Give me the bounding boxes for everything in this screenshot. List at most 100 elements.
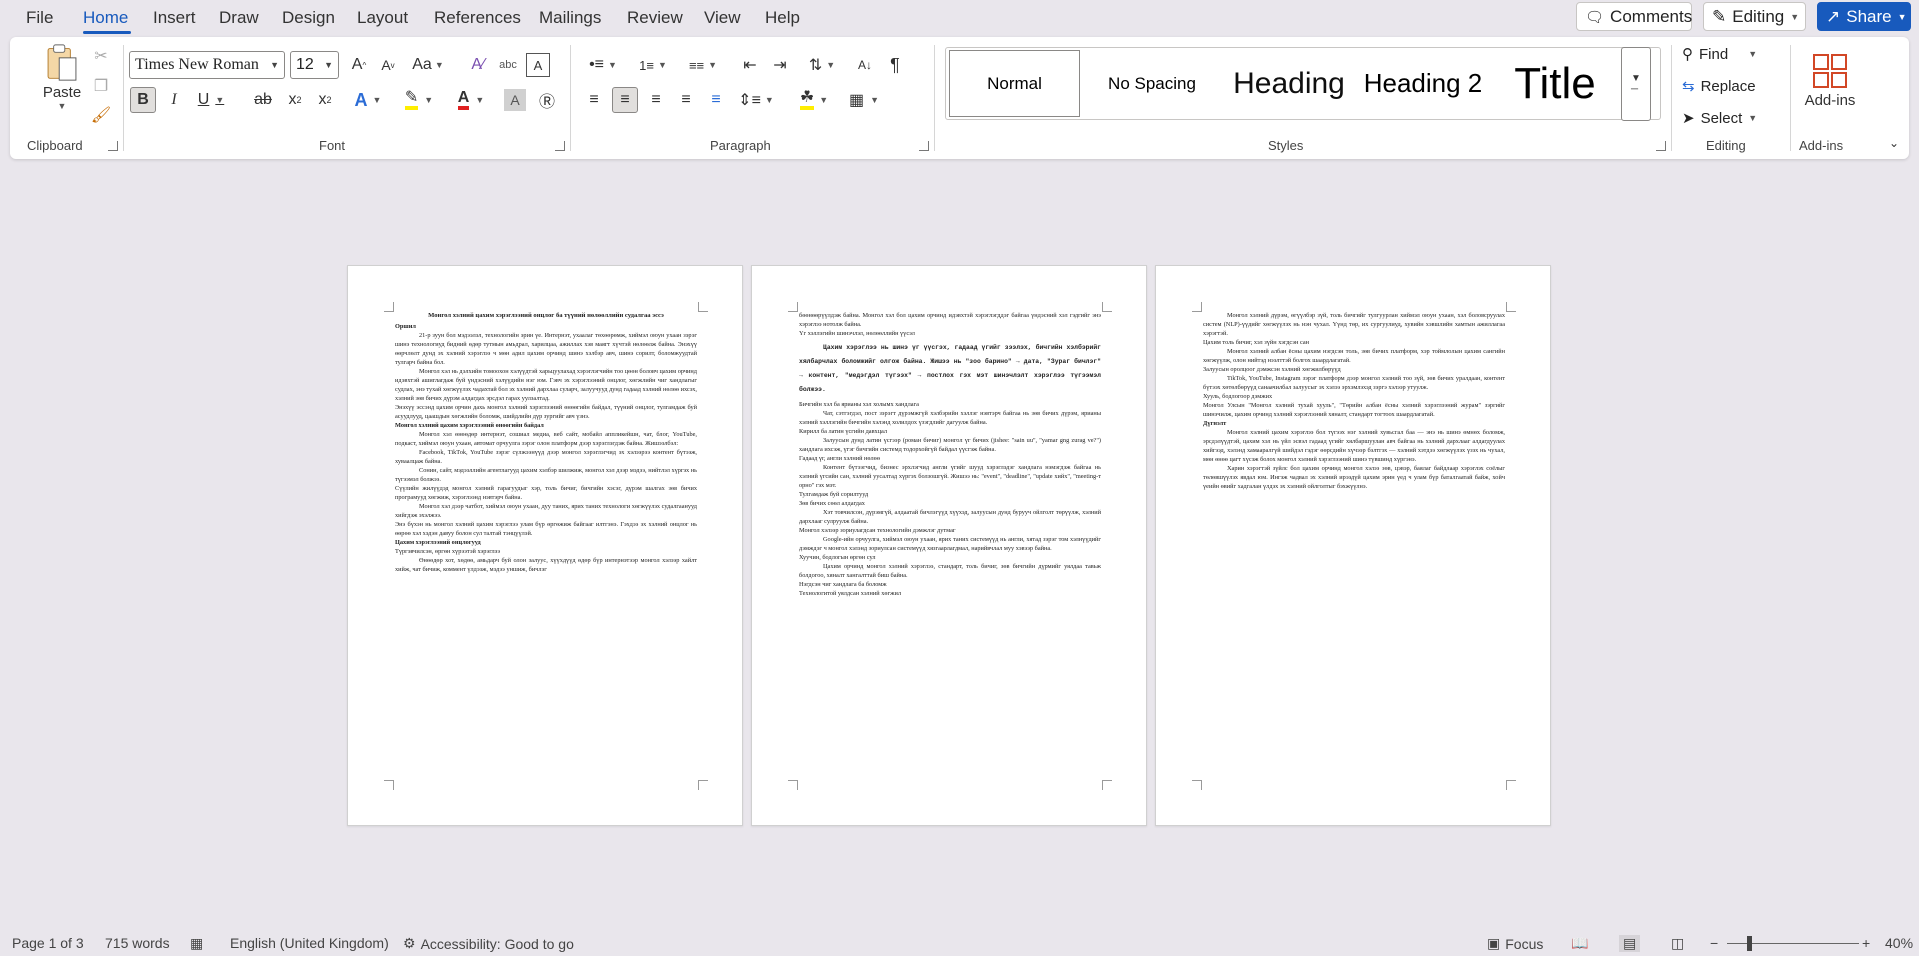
zoom-out-icon[interactable]: − <box>1710 935 1718 951</box>
align-center-icon[interactable]: ≡ <box>612 87 638 113</box>
share-icon: ↗ <box>1826 6 1841 26</box>
share-button[interactable]: ↗ Share ▼ <box>1817 2 1911 31</box>
menu-references[interactable]: References <box>434 8 521 28</box>
comments-button[interactable]: 🗨 Comments <box>1576 2 1692 31</box>
menu-draw[interactable]: Draw <box>219 8 259 28</box>
line-spacing-icon: ⇕≡ <box>738 92 761 109</box>
read-mode-icon[interactable]: 📖 <box>1571 935 1588 952</box>
focus-button[interactable]: ▣ Focus <box>1487 935 1543 952</box>
paste-button[interactable]: Paste ▼ <box>32 43 92 111</box>
format-painter-icon[interactable]: 🖌 <box>90 104 112 126</box>
multilevel-list-button[interactable]: ≡≡ ▼ <box>682 53 724 77</box>
document-page-1[interactable]: Монгол хэлний цахим хэрэглээний онцлог б… <box>347 265 743 826</box>
menu-view[interactable]: View <box>704 8 741 28</box>
document-page-3[interactable]: Монгол хэлний дүрэм, өгүүлбэр зүй, толь … <box>1155 265 1551 826</box>
font-color-button[interactable]: A ▼ <box>450 87 492 113</box>
proofing-icon[interactable]: ▦ <box>190 935 203 952</box>
zoom-in-icon[interactable]: + <box>1862 935 1870 951</box>
text-effects-button[interactable]: A ▼ <box>348 87 388 113</box>
find-button[interactable]: ⚲ Find ▼ <box>1682 45 1757 64</box>
addins-button[interactable]: Add-ins <box>1795 41 1865 121</box>
collapse-ribbon-icon[interactable]: ⌄ <box>1884 133 1904 153</box>
paragraph: Монгол хэлний албан ёсны цахим нэгдсэн т… <box>1203 348 1505 364</box>
paragraph: Бичгийн хэл ба ярианы хэл холымх хандлаг… <box>799 401 919 408</box>
font-name-select[interactable]: Times New Roman ▼ <box>129 51 285 79</box>
decrease-indent-icon[interactable]: ⇤ <box>738 53 762 77</box>
language-indicator[interactable]: English (United Kingdom) <box>230 935 389 951</box>
word-count[interactable]: 715 words <box>105 935 170 951</box>
text-direction-button[interactable]: ⇅ ▼ <box>803 53 841 77</box>
zoom-slider-thumb[interactable] <box>1747 936 1752 951</box>
print-layout-icon[interactable]: ▤ <box>1619 935 1641 952</box>
replace-button[interactable]: ⇆ Replace <box>1682 77 1756 96</box>
styles-launcher-icon[interactable] <box>1656 141 1666 151</box>
web-layout-icon[interactable]: ◫ <box>1671 935 1684 952</box>
style-heading-2[interactable]: Heading 2 <box>1356 50 1490 117</box>
style-heading[interactable]: Heading <box>1222 50 1356 117</box>
section-heading: Монгол хэлний цахим хэрэглээний өнөөгийн… <box>395 422 544 429</box>
shading-button[interactable]: ☘ ▼ <box>794 87 834 113</box>
sort-icon[interactable]: A↓ <box>853 53 877 77</box>
menu-insert[interactable]: Insert <box>153 8 196 28</box>
enclose-characters-icon[interactable]: Ⓡ <box>534 87 560 113</box>
styles-gallery-expand-icon[interactable]: ▼ ─ <box>1621 47 1651 121</box>
paste-icon <box>47 44 77 81</box>
character-shading-icon[interactable]: A <box>504 89 526 111</box>
section-heading: Цахим хэрэглээний онцлогууд <box>395 539 481 546</box>
cut-icon[interactable]: ✂ <box>90 45 112 67</box>
numbering-button[interactable]: 1≡ ▼ <box>632 53 674 77</box>
menu-review[interactable]: Review <box>627 8 683 28</box>
accessibility-checker[interactable]: ⚙ Accessibility: Good to go <box>403 935 574 952</box>
paragraph: Монгол Улсын "Монгол хэлний тухай хууль"… <box>1203 402 1505 418</box>
character-border-icon[interactable]: A <box>526 53 550 77</box>
font-size-select[interactable]: 12 ▼ <box>290 51 339 79</box>
zoom-level[interactable]: 40% <box>1885 935 1913 951</box>
document-page-2[interactable]: бөөнөөрүүлдэж байна. Монгол хэл бол цахи… <box>751 265 1147 826</box>
line-spacing-button[interactable]: ⇕≡ ▼ <box>736 87 776 113</box>
highlight-color-button[interactable]: ✎ ▼ <box>398 87 440 113</box>
bold-icon[interactable]: B <box>130 87 156 113</box>
crop-mark <box>698 302 708 312</box>
bullets-button[interactable]: •≡ ▼ <box>582 53 624 77</box>
align-left-icon[interactable]: ≡ <box>582 87 606 113</box>
clipboard-launcher-icon[interactable] <box>108 141 118 151</box>
borders-button[interactable]: ▦ ▼ <box>844 87 884 113</box>
show-formatting-marks-icon[interactable]: ¶ <box>883 53 907 77</box>
menu-layout[interactable]: Layout <box>357 8 408 28</box>
style-no-spacing[interactable]: No Spacing <box>1084 50 1220 117</box>
menu-file[interactable]: File <box>26 8 53 28</box>
style-normal[interactable]: Normal <box>949 50 1080 117</box>
pencil-icon: ✎ <box>1712 6 1727 26</box>
menu-design[interactable]: Design <box>282 8 335 28</box>
editing-mode-label: Editing <box>1732 6 1785 26</box>
align-right-icon[interactable]: ≡ <box>644 87 668 113</box>
menu-help[interactable]: Help <box>765 8 800 28</box>
strikethrough-icon[interactable]: ab <box>250 87 276 113</box>
underline-button[interactable]: U ▼ <box>192 87 230 113</box>
change-case-button[interactable]: Aa ▼ <box>408 53 448 77</box>
select-button[interactable]: ➤ Select ▼ <box>1682 109 1757 128</box>
paragraph-launcher-icon[interactable] <box>919 141 929 151</box>
page-content: бөөнөөрүүлдэж байна. Монгол хэл бол цахи… <box>799 311 1101 598</box>
comment-icon: 🗨 <box>1585 8 1605 26</box>
phonetic-guide-icon[interactable]: abc <box>496 53 520 77</box>
clear-formatting-icon[interactable]: A⁄ <box>466 53 490 77</box>
shrink-font-icon[interactable]: Av <box>376 53 400 77</box>
copy-icon[interactable]: ❐ <box>90 75 112 97</box>
superscript-icon[interactable]: x2 <box>312 87 338 113</box>
italic-icon[interactable]: I <box>162 87 186 113</box>
menu-mailings[interactable]: Mailings <box>539 8 601 28</box>
subscript-icon[interactable]: x2 <box>282 87 308 113</box>
grow-font-icon[interactable]: A ^ <box>347 53 371 77</box>
accessibility-label: Accessibility: Good to go <box>420 935 574 952</box>
editing-mode-button[interactable]: ✎ Editing ▼ <box>1703 2 1806 31</box>
font-launcher-icon[interactable] <box>555 141 565 151</box>
distributed-icon[interactable]: ≡ <box>704 87 728 113</box>
cursor-icon: ➤ <box>1682 110 1695 127</box>
menu-home[interactable]: Home <box>83 8 128 28</box>
increase-indent-icon[interactable]: ⇥ <box>768 53 792 77</box>
crop-mark <box>788 780 798 790</box>
style-title[interactable]: Title <box>1490 50 1620 117</box>
justify-icon[interactable]: ≡ <box>674 87 698 113</box>
page-count[interactable]: Page 1 of 3 <box>12 935 84 951</box>
